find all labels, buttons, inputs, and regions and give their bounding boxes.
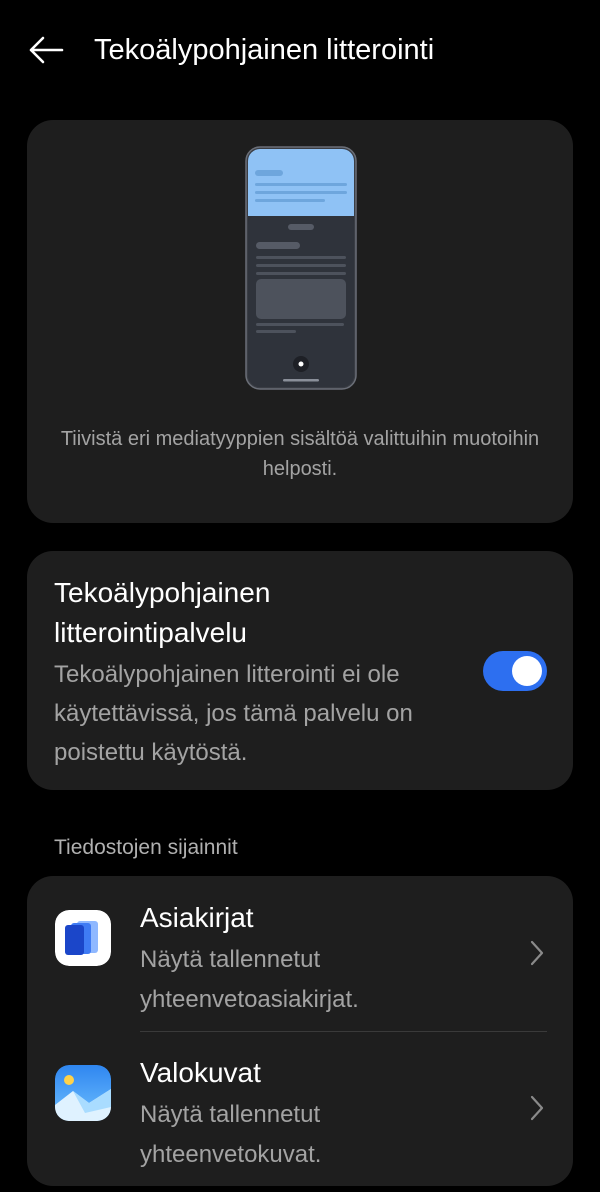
photos-app-icon bbox=[55, 1065, 111, 1121]
chevron-right-icon bbox=[530, 1095, 544, 1121]
chevron-right-icon bbox=[530, 940, 544, 966]
documents-subtitle: Näytä tallennetut yhteenvetoasiakirjat. bbox=[140, 946, 359, 1013]
documents-title: Asiakirjat bbox=[140, 902, 254, 933]
back-button[interactable] bbox=[20, 28, 72, 72]
service-title: Tekoälypohjainen litterointipalvelu bbox=[54, 577, 271, 648]
toggle-knob bbox=[512, 656, 542, 686]
photos-title: Valokuvat bbox=[140, 1057, 261, 1088]
file-locations-list: Asiakirjat Näytä tallennetut yhteenvetoa… bbox=[27, 876, 573, 1186]
app-header: Tekoälypohjainen litterointi bbox=[0, 0, 600, 100]
arrow-left-icon bbox=[29, 36, 64, 64]
service-toggle[interactable] bbox=[483, 651, 547, 691]
list-item-photos[interactable]: Valokuvat Näytä tallennetut yhteenvetoku… bbox=[27, 1031, 573, 1181]
list-item-documents[interactable]: Asiakirjat Näytä tallennetut yhteenvetoa… bbox=[27, 876, 573, 1032]
hero-description: Tiivistä eri mediatyyppien sisältöä vali… bbox=[60, 428, 540, 480]
service-setting-card[interactable]: Tekoälypohjainen litterointipalvelu Teko… bbox=[27, 551, 573, 790]
section-label-file-locations: Tiedostojen sijainnit bbox=[54, 836, 238, 859]
hero-card: Tiivistä eri mediatyyppien sisältöä vali… bbox=[27, 120, 573, 523]
photos-subtitle: Näytä tallennetut yhteenvetokuvat. bbox=[140, 1101, 322, 1168]
phone-illustration bbox=[245, 146, 357, 390]
service-description: Tekoälypohjainen litterointi ei ole käyt… bbox=[54, 661, 413, 766]
page-title: Tekoälypohjainen litterointi bbox=[94, 34, 435, 66]
documents-app-icon bbox=[55, 910, 111, 966]
